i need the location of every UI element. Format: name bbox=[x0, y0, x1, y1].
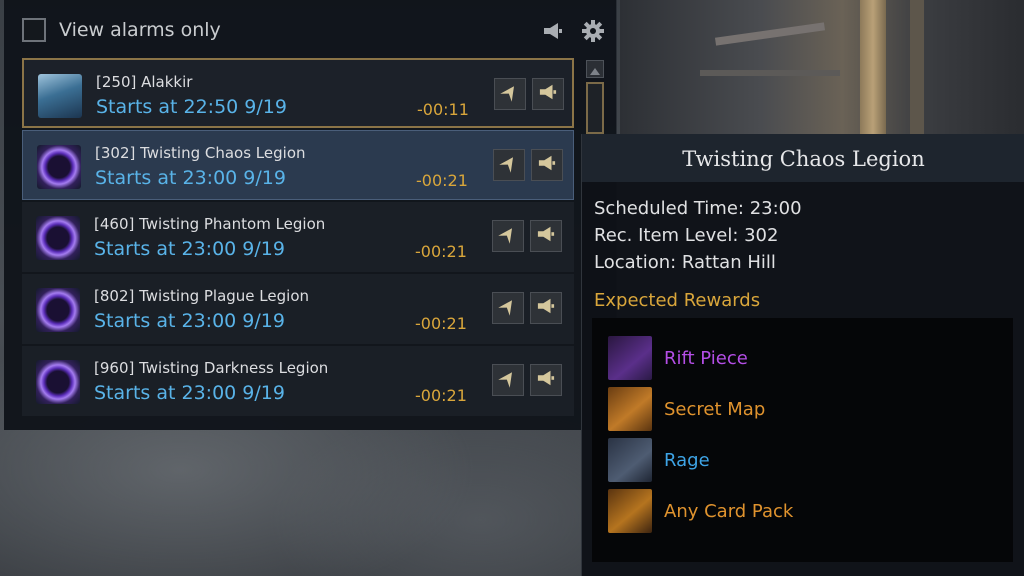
event-start-time: Starts at 23:00 9/19 bbox=[94, 238, 285, 260]
reward-item: Rift Piece bbox=[608, 335, 748, 381]
legion-portal-icon bbox=[37, 145, 81, 189]
event-row[interactable]: [302] Twisting Chaos Legion Starts at 23… bbox=[22, 130, 574, 200]
compass-icon bbox=[498, 224, 518, 248]
location: Location: Rattan Hill bbox=[594, 252, 776, 273]
event-countdown: -00:21 bbox=[415, 242, 467, 261]
scroll-up-button[interactable] bbox=[586, 60, 604, 78]
megaphone-icon bbox=[536, 369, 556, 391]
megaphone-icon bbox=[537, 154, 557, 176]
view-alarms-checkbox[interactable] bbox=[22, 18, 46, 42]
event-countdown: -00:11 bbox=[417, 100, 469, 119]
alarm-button[interactable] bbox=[532, 78, 564, 110]
rage-icon bbox=[608, 438, 652, 482]
alarm-button[interactable] bbox=[530, 364, 562, 396]
legion-portal-icon bbox=[36, 360, 80, 404]
scroll-thumb[interactable] bbox=[586, 82, 604, 134]
reward-label: Rage bbox=[664, 449, 710, 471]
gear-icon[interactable] bbox=[580, 18, 606, 44]
event-name: [460] Twisting Phantom Legion bbox=[94, 215, 326, 233]
card-pack-icon bbox=[608, 489, 652, 533]
background-scenery bbox=[620, 0, 1024, 140]
megaphone-icon bbox=[538, 83, 558, 105]
event-start-time: Starts at 22:50 9/19 bbox=[96, 96, 287, 118]
alarm-button[interactable] bbox=[531, 149, 563, 181]
secret-map-icon bbox=[608, 387, 652, 431]
alarm-button[interactable] bbox=[530, 292, 562, 324]
compass-button[interactable] bbox=[492, 220, 524, 252]
compass-button[interactable] bbox=[494, 78, 526, 110]
event-row[interactable]: [802] Twisting Plague Legion Starts at 2… bbox=[22, 274, 574, 344]
alarm-button[interactable] bbox=[530, 220, 562, 252]
event-list-scrollbar[interactable] bbox=[586, 60, 606, 140]
compass-icon bbox=[498, 368, 518, 392]
event-row[interactable]: [960] Twisting Darkness Legion Starts at… bbox=[22, 346, 574, 416]
reward-item: Rage bbox=[608, 437, 710, 483]
reward-label: Secret Map bbox=[664, 398, 766, 420]
compass-button[interactable] bbox=[493, 149, 525, 181]
compass-icon bbox=[500, 82, 520, 106]
event-list: [250] Alakkir Starts at 22:50 9/19 -00:1… bbox=[22, 58, 574, 418]
event-tooltip: Twisting Chaos Legion Scheduled Time: 23… bbox=[581, 134, 1024, 576]
legion-portal-icon bbox=[36, 216, 80, 260]
event-name: [802] Twisting Plague Legion bbox=[94, 287, 310, 305]
event-countdown: -00:21 bbox=[415, 386, 467, 405]
view-alarms-label: View alarms only bbox=[59, 19, 221, 41]
event-row[interactable]: [460] Twisting Phantom Legion Starts at … bbox=[22, 202, 574, 272]
event-countdown: -00:21 bbox=[415, 314, 467, 333]
alarm-panel: View alarms only [250] Alakkir Starts at… bbox=[4, 0, 617, 430]
event-name: [250] Alakkir bbox=[96, 73, 193, 91]
expected-rewards-heading: Expected Rewards bbox=[594, 290, 761, 311]
event-start-time: Starts at 23:00 9/19 bbox=[95, 167, 286, 189]
legion-portal-icon bbox=[36, 288, 80, 332]
event-name: [302] Twisting Chaos Legion bbox=[95, 144, 306, 162]
event-countdown: -00:21 bbox=[416, 171, 468, 190]
alakkir-boss-icon bbox=[38, 74, 82, 118]
view-alarms-toggle[interactable]: View alarms only bbox=[22, 18, 221, 42]
compass-button[interactable] bbox=[492, 364, 524, 396]
event-name: [960] Twisting Darkness Legion bbox=[94, 359, 329, 377]
reward-item: Secret Map bbox=[608, 386, 765, 432]
rift-piece-icon bbox=[608, 336, 652, 380]
compass-button[interactable] bbox=[492, 292, 524, 324]
event-start-time: Starts at 23:00 9/19 bbox=[94, 382, 285, 404]
reward-item: Any Card Pack bbox=[608, 488, 793, 534]
recommended-item-level: Rec. Item Level: 302 bbox=[594, 225, 779, 246]
tooltip-title: Twisting Chaos Legion bbox=[582, 134, 1024, 182]
rewards-list: Rift Piece Secret Map Rage Any Card Pack bbox=[592, 318, 1013, 562]
event-row[interactable]: [250] Alakkir Starts at 22:50 9/19 -00:1… bbox=[22, 58, 574, 128]
megaphone-icon[interactable] bbox=[540, 18, 566, 44]
event-start-time: Starts at 23:00 9/19 bbox=[94, 310, 285, 332]
megaphone-icon bbox=[536, 225, 556, 247]
caret-up-icon bbox=[590, 60, 600, 79]
scheduled-time: Scheduled Time: 23:00 bbox=[594, 198, 802, 219]
megaphone-icon bbox=[536, 297, 556, 319]
reward-label: Any Card Pack bbox=[664, 500, 794, 522]
compass-icon bbox=[499, 153, 519, 177]
compass-icon bbox=[498, 296, 518, 320]
reward-label: Rift Piece bbox=[664, 347, 748, 369]
